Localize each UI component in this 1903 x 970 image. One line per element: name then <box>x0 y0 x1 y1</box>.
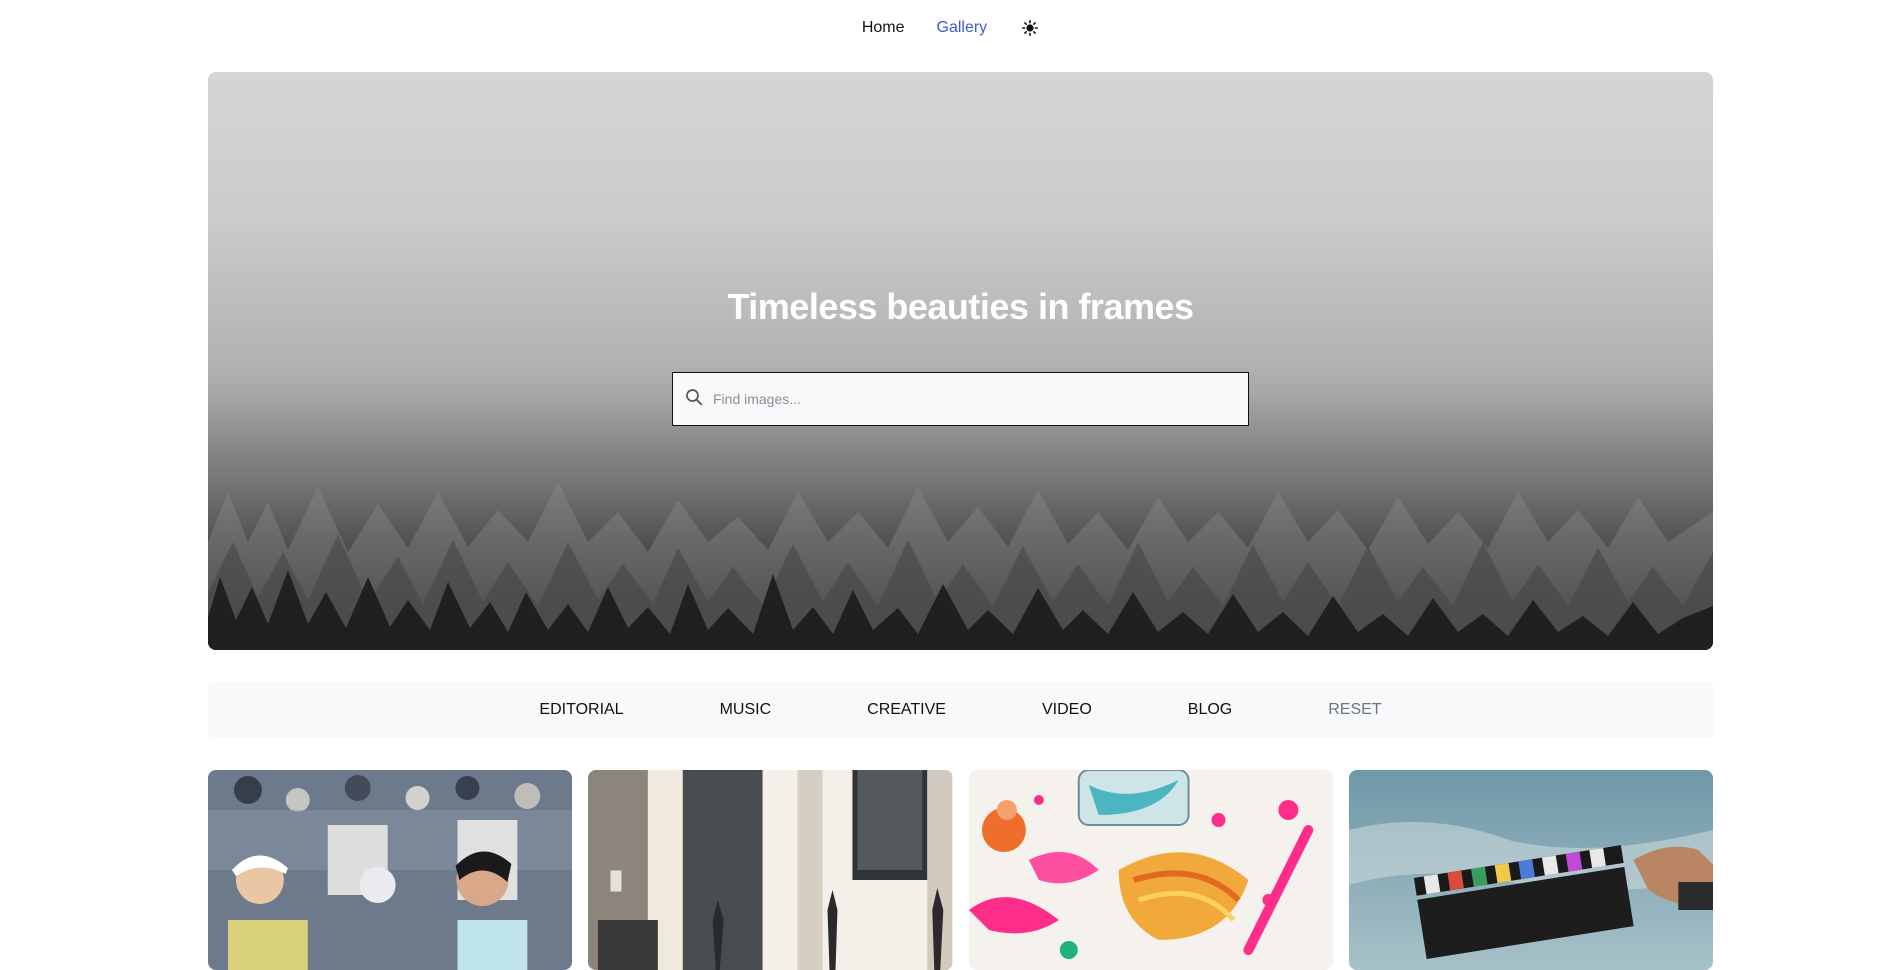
filter-editorial[interactable]: EDITORIAL <box>491 701 671 719</box>
search-bar[interactable] <box>672 372 1249 426</box>
gallery-card[interactable] <box>968 770 1333 970</box>
hero-banner: Timeless beauties in frames <box>208 72 1713 650</box>
image-gallery <box>208 770 1713 970</box>
filter-music[interactable]: MUSIC <box>672 701 820 719</box>
category-filter-bar: EDITORIAL MUSIC CREATIVE VIDEO BLOG RESE… <box>208 682 1713 738</box>
tennis-players-image <box>208 770 573 970</box>
filter-video[interactable]: VIDEO <box>994 701 1140 719</box>
search-input[interactable] <box>713 391 1233 407</box>
foggy-forest-image <box>208 72 1713 650</box>
top-nav: Home Gallery <box>0 0 1903 56</box>
paint-splatter-image <box>968 770 1333 970</box>
nav-gallery-link[interactable]: Gallery <box>937 19 988 37</box>
film-clapperboard-image <box>1348 770 1713 970</box>
nav-home-link[interactable]: Home <box>862 19 905 37</box>
music-studio-image <box>588 770 953 970</box>
filter-reset[interactable]: RESET <box>1280 701 1429 719</box>
filter-blog[interactable]: BLOG <box>1140 701 1280 719</box>
gallery-card[interactable] <box>208 770 573 970</box>
search-icon <box>685 388 703 411</box>
hero-title: Timeless beauties in frames <box>727 286 1194 327</box>
sun-icon[interactable] <box>1019 17 1041 39</box>
gallery-card[interactable] <box>1348 770 1713 970</box>
gallery-card[interactable] <box>588 770 953 970</box>
filter-creative[interactable]: CREATIVE <box>819 701 994 719</box>
